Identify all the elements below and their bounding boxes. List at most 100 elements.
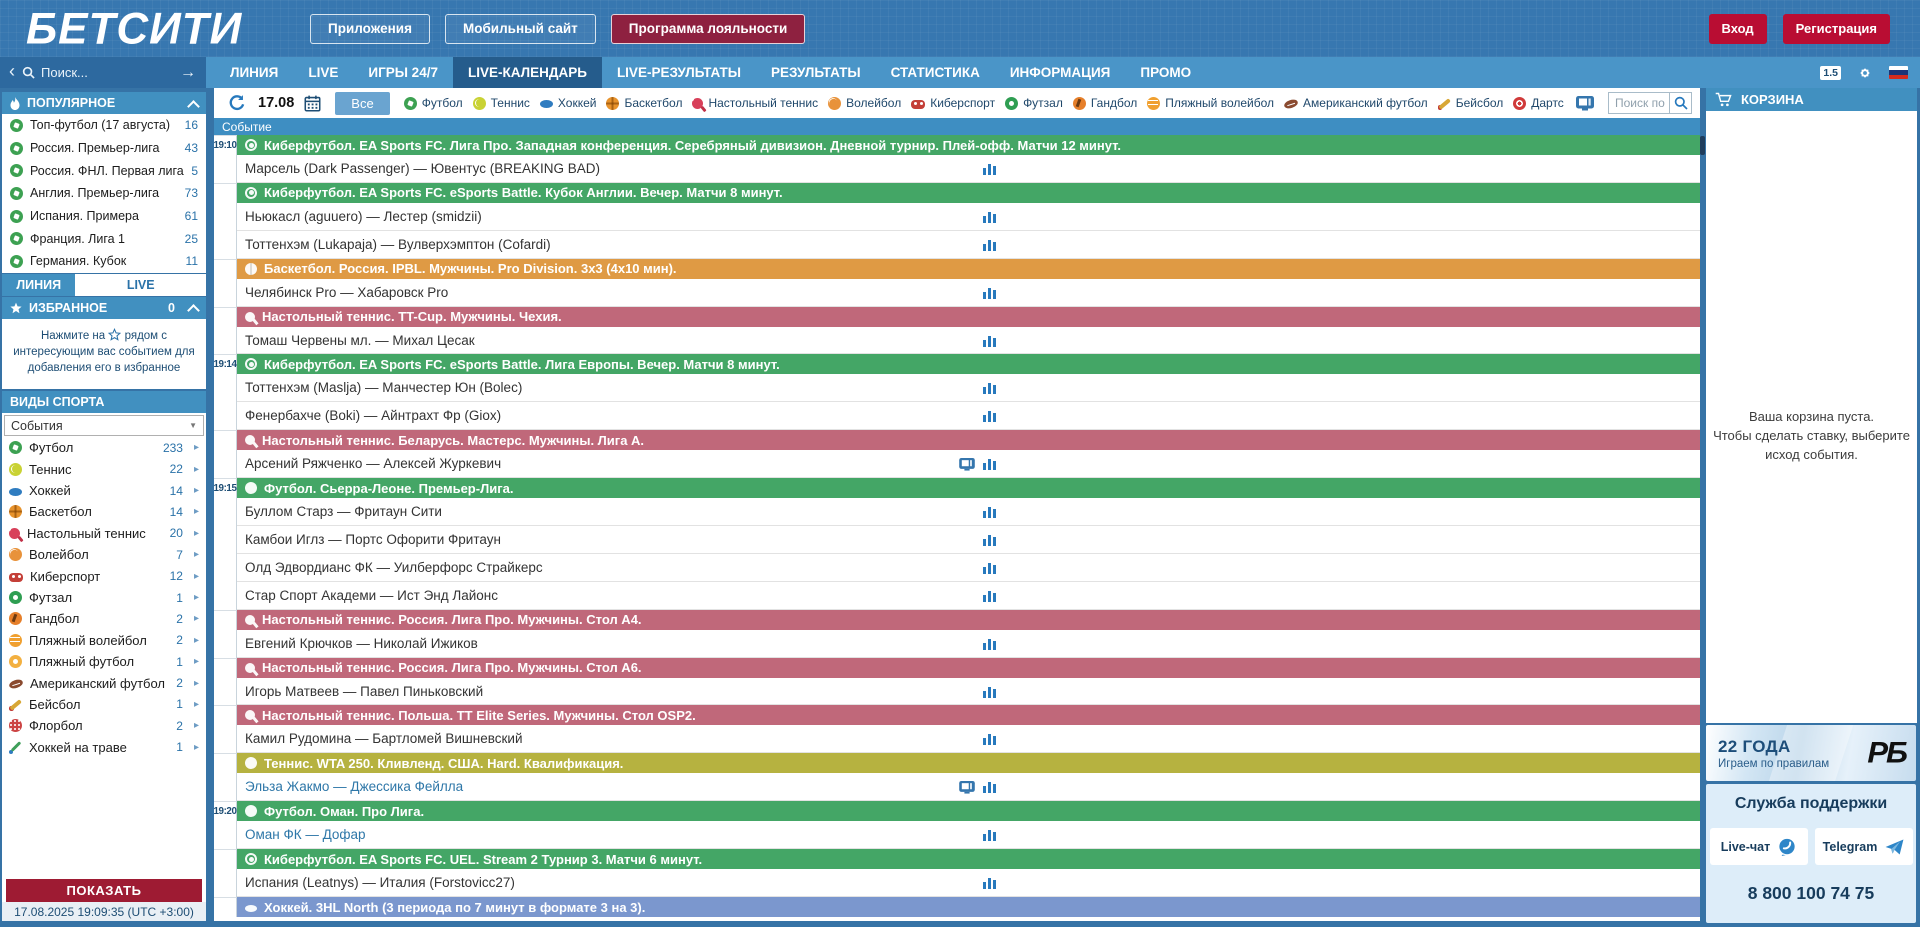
event-row[interactable]: Тоттенхэм (Lukapaja) — Вулверхэмптон (Co… <box>214 231 1700 259</box>
live-chat-button[interactable]: Live-чат <box>1710 828 1808 865</box>
league-header[interactable]: Настольный теннис. Россия. Лига Про. Муж… <box>237 658 1700 678</box>
popular-item[interactable]: Россия. ФНЛ. Первая лига5 <box>2 159 206 182</box>
language-flag-ru[interactable] <box>1889 66 1908 79</box>
event-name[interactable]: Стар Спорт Академи — Ист Энд Лайонс <box>237 582 1700 610</box>
search-go-icon[interactable]: → <box>180 64 196 82</box>
league-header[interactable]: Футбол. Оман. Про Лига. <box>237 801 1700 821</box>
nav-tab-информация[interactable]: ИНФОРМАЦИЯ <box>995 57 1126 88</box>
scrollbar-thumb[interactable] <box>1700 136 1705 155</box>
register-button[interactable]: Регистрация <box>1783 14 1890 44</box>
filter-chip-handball[interactable]: Гандбол <box>1073 96 1137 110</box>
sidebar-sport-item[interactable]: Баскетбол14▸ <box>2 501 206 522</box>
event-search-input[interactable]: Поиск по <box>1608 92 1692 114</box>
sidebar-sport-item[interactable]: Флорбол2▸ <box>2 715 206 736</box>
stats-icon[interactable] <box>983 382 996 394</box>
league-header[interactable]: Теннис. WTA 250. Кливленд. США. Hard. Кв… <box>237 753 1700 773</box>
stats-icon[interactable] <box>983 733 996 745</box>
event-row[interactable]: Эльза Жакмо — Джессика Фейлла <box>214 773 1700 801</box>
stats-icon[interactable] <box>983 410 996 422</box>
event-name[interactable]: Арсений Ряжченко — Алексей Журкевич <box>237 450 1700 478</box>
stats-icon[interactable] <box>983 163 996 175</box>
event-row[interactable]: Челябинск Pro — Хабаровск Pro <box>214 279 1700 307</box>
date-label[interactable]: 17.08 <box>258 95 294 111</box>
event-name[interactable]: Челябинск Pro — Хабаровск Pro <box>237 279 1700 307</box>
popular-item[interactable]: Россия. Премьер-лига43 <box>2 137 206 160</box>
event-name[interactable]: Оман ФК — Дофар <box>237 821 1700 849</box>
refresh-icon[interactable] <box>228 94 246 112</box>
tv-broadcast-icon[interactable] <box>1576 96 1594 111</box>
tv-stream-icon[interactable] <box>959 458 975 471</box>
filter-chip-volleyball[interactable]: Волейбол <box>828 96 901 110</box>
event-row[interactable]: Камбои Иглз — Портс Офорити Фритаун <box>214 526 1700 554</box>
event-name[interactable]: Фенербахче (Boki) — Айнтрахт Фр (Giox) <box>237 402 1700 430</box>
event-name[interactable]: Тоттенхэм (Lukapaja) — Вулверхэмптон (Co… <box>237 231 1700 259</box>
popular-item[interactable]: Германия. Кубок11 <box>2 250 206 273</box>
sidebar-sport-item[interactable]: Теннис22▸ <box>2 458 206 479</box>
event-row[interactable]: Буллом Старз — Фритаун Сити <box>214 498 1700 526</box>
league-header[interactable]: Киберфутбол. EA Sports FC. UEL. Stream 2… <box>237 849 1700 869</box>
stats-icon[interactable] <box>983 590 996 602</box>
popular-header[interactable]: ПОПУЛЯРНОЕ <box>2 92 206 114</box>
event-name[interactable]: Камбои Иглз — Портс Офорити Фритаун <box>237 526 1700 554</box>
sidebar-sport-item[interactable]: Гандбол2▸ <box>2 608 206 629</box>
promo-banner[interactable]: 22 ГОДА Играем по правилам РБ <box>1706 725 1916 781</box>
filter-chip-darts[interactable]: Дартс <box>1513 96 1564 110</box>
nav-tab-игры-24-7[interactable]: ИГРЫ 24/7 <box>353 57 453 88</box>
sidebar-search[interactable]: ‹ Поиск... → <box>0 57 206 88</box>
show-button[interactable]: ПОКАЗАТЬ <box>6 879 202 902</box>
event-row[interactable]: Игорь Матвеев — Павел Пиньковский <box>214 678 1700 706</box>
nav-tab-live-календарь[interactable]: LIVE-КАЛЕНДАРЬ <box>453 57 602 88</box>
nav-tab-линия[interactable]: ЛИНИЯ <box>215 57 293 88</box>
stats-icon[interactable] <box>983 534 996 546</box>
filter-chip-cybersport[interactable]: Киберспорт <box>911 96 995 110</box>
sidebar-sport-item[interactable]: Хоккей на траве1▸ <box>2 737 206 758</box>
league-header[interactable]: Баскетбол. Россия. IPBL. Мужчины. Pro Di… <box>237 259 1700 279</box>
stats-icon[interactable] <box>983 211 996 223</box>
mobile-site-button[interactable]: Мобильный сайт <box>445 14 596 44</box>
sidebar-sport-item[interactable]: Настольный теннис20▸ <box>2 523 206 544</box>
loyalty-button[interactable]: Программа лояльности <box>611 14 806 44</box>
stats-icon[interactable] <box>983 239 996 251</box>
league-header[interactable]: Настольный теннис. Россия. Лига Про. Муж… <box>237 610 1700 630</box>
sidebar-sport-item[interactable]: Футбол233▸ <box>2 437 206 458</box>
event-name[interactable]: Игорь Матвеев — Павел Пиньковский <box>237 678 1700 706</box>
sidebar-sport-item[interactable]: Американский футбол2▸ <box>2 672 206 693</box>
tab-live[interactable]: LIVE <box>75 274 206 296</box>
event-row[interactable]: Испания (Leatnys) — Италия (Forstovicc27… <box>214 869 1700 897</box>
events-select[interactable]: События ▼ <box>4 415 204 436</box>
stats-icon[interactable] <box>983 638 996 650</box>
stats-icon[interactable] <box>983 686 996 698</box>
popular-item[interactable]: Франция. Лига 125 <box>2 227 206 250</box>
stats-icon[interactable] <box>983 781 996 793</box>
filter-all-chip[interactable]: Все <box>335 92 389 115</box>
event-name[interactable]: Камил Рудомина — Бартломей Вишневский <box>237 725 1700 753</box>
sidebar-sport-item[interactable]: Волейбол7▸ <box>2 544 206 565</box>
tv-stream-icon[interactable] <box>959 781 975 794</box>
sidebar-sport-item[interactable]: Киберспорт12▸ <box>2 565 206 586</box>
league-header[interactable]: Киберфутбол. EA Sports FC. Лига Про. Зап… <box>237 135 1700 155</box>
event-name[interactable]: Олд Эдвордианс ФК — Уилберфорс Страйкерс <box>237 554 1700 582</box>
event-row[interactable]: Стар Спорт Академи — Ист Энд Лайонс <box>214 582 1700 610</box>
stats-icon[interactable] <box>983 829 996 841</box>
event-name[interactable]: Буллом Старз — Фритаун Сити <box>237 498 1700 526</box>
sidebar-sport-item[interactable]: Пляжный волейбол2▸ <box>2 630 206 651</box>
filter-chip-basketball[interactable]: Баскетбол <box>606 96 682 110</box>
logo[interactable]: БЕТСИТИ <box>26 3 244 54</box>
league-header[interactable]: Киберфутбол. EA Sports FC. eSports Battl… <box>237 183 1700 203</box>
filter-chip-football[interactable]: Футбол <box>404 96 463 110</box>
filter-chip-amfootball[interactable]: Американский футбол <box>1284 96 1428 110</box>
nav-tab-live-результаты[interactable]: LIVE-РЕЗУЛЬТАТЫ <box>602 57 756 88</box>
tab-line[interactable]: ЛИНИЯ <box>2 274 75 296</box>
popular-item[interactable]: Испания. Примера61 <box>2 205 206 228</box>
event-row[interactable]: Камил Рудомина — Бартломей Вишневский <box>214 725 1700 753</box>
event-row[interactable]: Фенербахче (Boki) — Айнтрахт Фр (Giox) <box>214 402 1700 430</box>
stats-icon[interactable] <box>983 877 996 889</box>
event-row[interactable]: Олд Эдвордианс ФК — Уилберфорс Страйкерс <box>214 554 1700 582</box>
odds-format-badge[interactable]: 1.5 <box>1820 66 1841 80</box>
login-button[interactable]: Вход <box>1709 14 1767 44</box>
stats-icon[interactable] <box>983 506 996 518</box>
league-header[interactable]: Настольный теннис. Беларусь. Мастерс. Му… <box>237 430 1700 450</box>
calendar-icon[interactable] <box>304 95 321 112</box>
chevron-up-icon[interactable] <box>189 99 198 108</box>
event-name[interactable]: Евгений Крючков — Николай Ижиков <box>237 630 1700 658</box>
